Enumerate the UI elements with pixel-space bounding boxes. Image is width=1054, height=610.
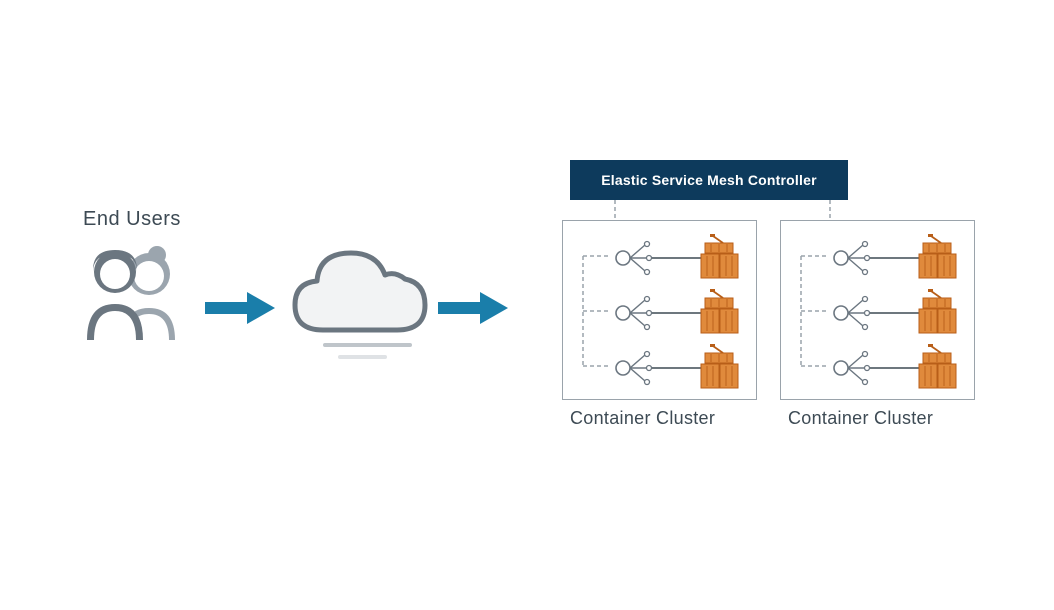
controller-connectors xyxy=(560,198,980,222)
arrow-icon xyxy=(205,288,277,333)
arrow-icon xyxy=(438,288,510,333)
mesh-controller-box: Elastic Service Mesh Controller xyxy=(570,160,848,200)
end-users-label: End Users xyxy=(83,208,181,231)
service-row xyxy=(573,288,748,338)
end-users-icon xyxy=(75,240,195,355)
container-cluster-box xyxy=(780,220,975,400)
cluster-label: Container Cluster xyxy=(788,408,933,429)
cloud-icon xyxy=(285,235,435,380)
architecture-diagram: End Users xyxy=(0,0,1054,610)
mesh-controller-label: Elastic Service Mesh Controller xyxy=(601,172,817,188)
service-row xyxy=(791,288,966,338)
service-row xyxy=(573,343,748,393)
service-row xyxy=(573,233,748,283)
container-cluster-box xyxy=(562,220,757,400)
service-row xyxy=(791,343,966,393)
cluster-label: Container Cluster xyxy=(570,408,715,429)
service-row xyxy=(791,233,966,283)
